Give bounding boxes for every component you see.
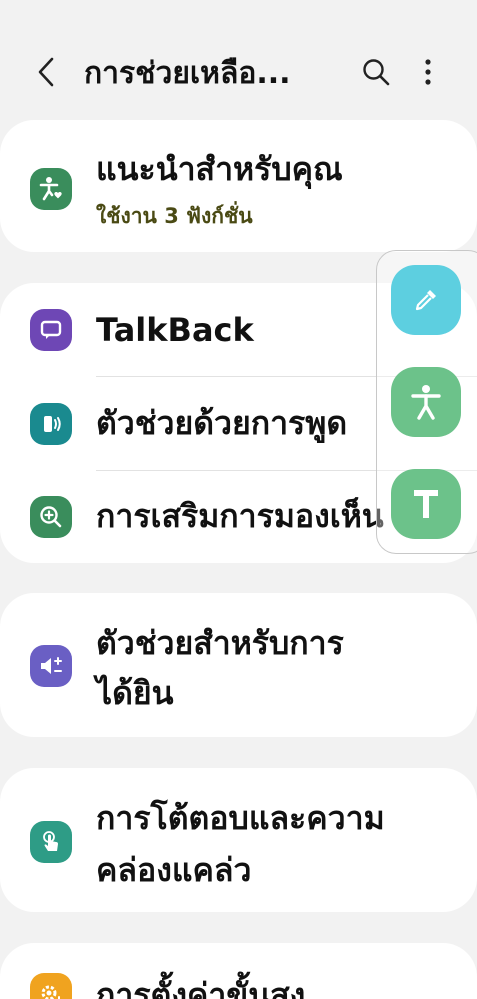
text-size-button[interactable] <box>391 469 461 539</box>
page-title: การช่วยเหลือ... <box>84 56 291 91</box>
zoom-in-icon <box>30 496 72 538</box>
eyedropper-button[interactable] <box>391 265 461 335</box>
interaction-line1: การโต้ตอบและความ <box>96 799 385 837</box>
advanced-label: การตั้งค่าขั้นสูง <box>96 976 306 999</box>
visibility-label: การเสริมการมองเห็น <box>96 497 384 535</box>
app-header: การช่วยเหลือ... <box>0 0 477 120</box>
accessibility-heart-icon <box>30 168 72 210</box>
talkback-label: TalkBack <box>96 311 254 349</box>
accessibility-button[interactable] <box>391 367 461 437</box>
hearing-card[interactable]: ตัวช่วยสำหรับการ ได้ยิน <box>0 593 477 737</box>
gear-plus-icon <box>30 973 72 999</box>
recommended-title: แนะนำสำหรับคุณ <box>96 150 343 188</box>
recommended-card[interactable]: แนะนำสำหรับคุณ ใช้งาน 3 ฟังก์ชั่น <box>0 120 477 252</box>
hearing-line2: ได้ยิน <box>96 674 174 712</box>
interaction-card[interactable]: การโต้ตอบและความ คล่องแคล่ว <box>0 768 477 912</box>
advanced-card[interactable]: การตั้งค่าขั้นสูง <box>0 943 477 999</box>
search-button[interactable] <box>356 52 396 92</box>
recommended-subtitle: ใช้งาน 3 ฟังก์ชั่น <box>96 204 253 228</box>
talkback-icon <box>30 309 72 351</box>
hand-touch-icon <box>30 821 72 863</box>
chevron-left-icon <box>38 57 54 87</box>
volume-plus-icon <box>30 645 72 687</box>
more-options-button[interactable] <box>410 52 446 92</box>
speech-assist-label: ตัวช่วยด้วยการพูด <box>96 404 348 442</box>
floating-accessibility-menu <box>376 250 477 554</box>
more-vertical-icon <box>425 59 431 85</box>
text-size-icon <box>414 490 438 518</box>
interaction-line2: คล่องแคล่ว <box>96 851 252 889</box>
accessibility-icon <box>411 385 441 420</box>
speech-assist-icon <box>30 403 72 445</box>
back-button[interactable] <box>26 50 66 94</box>
eyedropper-icon <box>415 290 436 311</box>
search-icon <box>363 59 390 86</box>
hearing-line1: ตัวช่วยสำหรับการ <box>96 624 344 662</box>
